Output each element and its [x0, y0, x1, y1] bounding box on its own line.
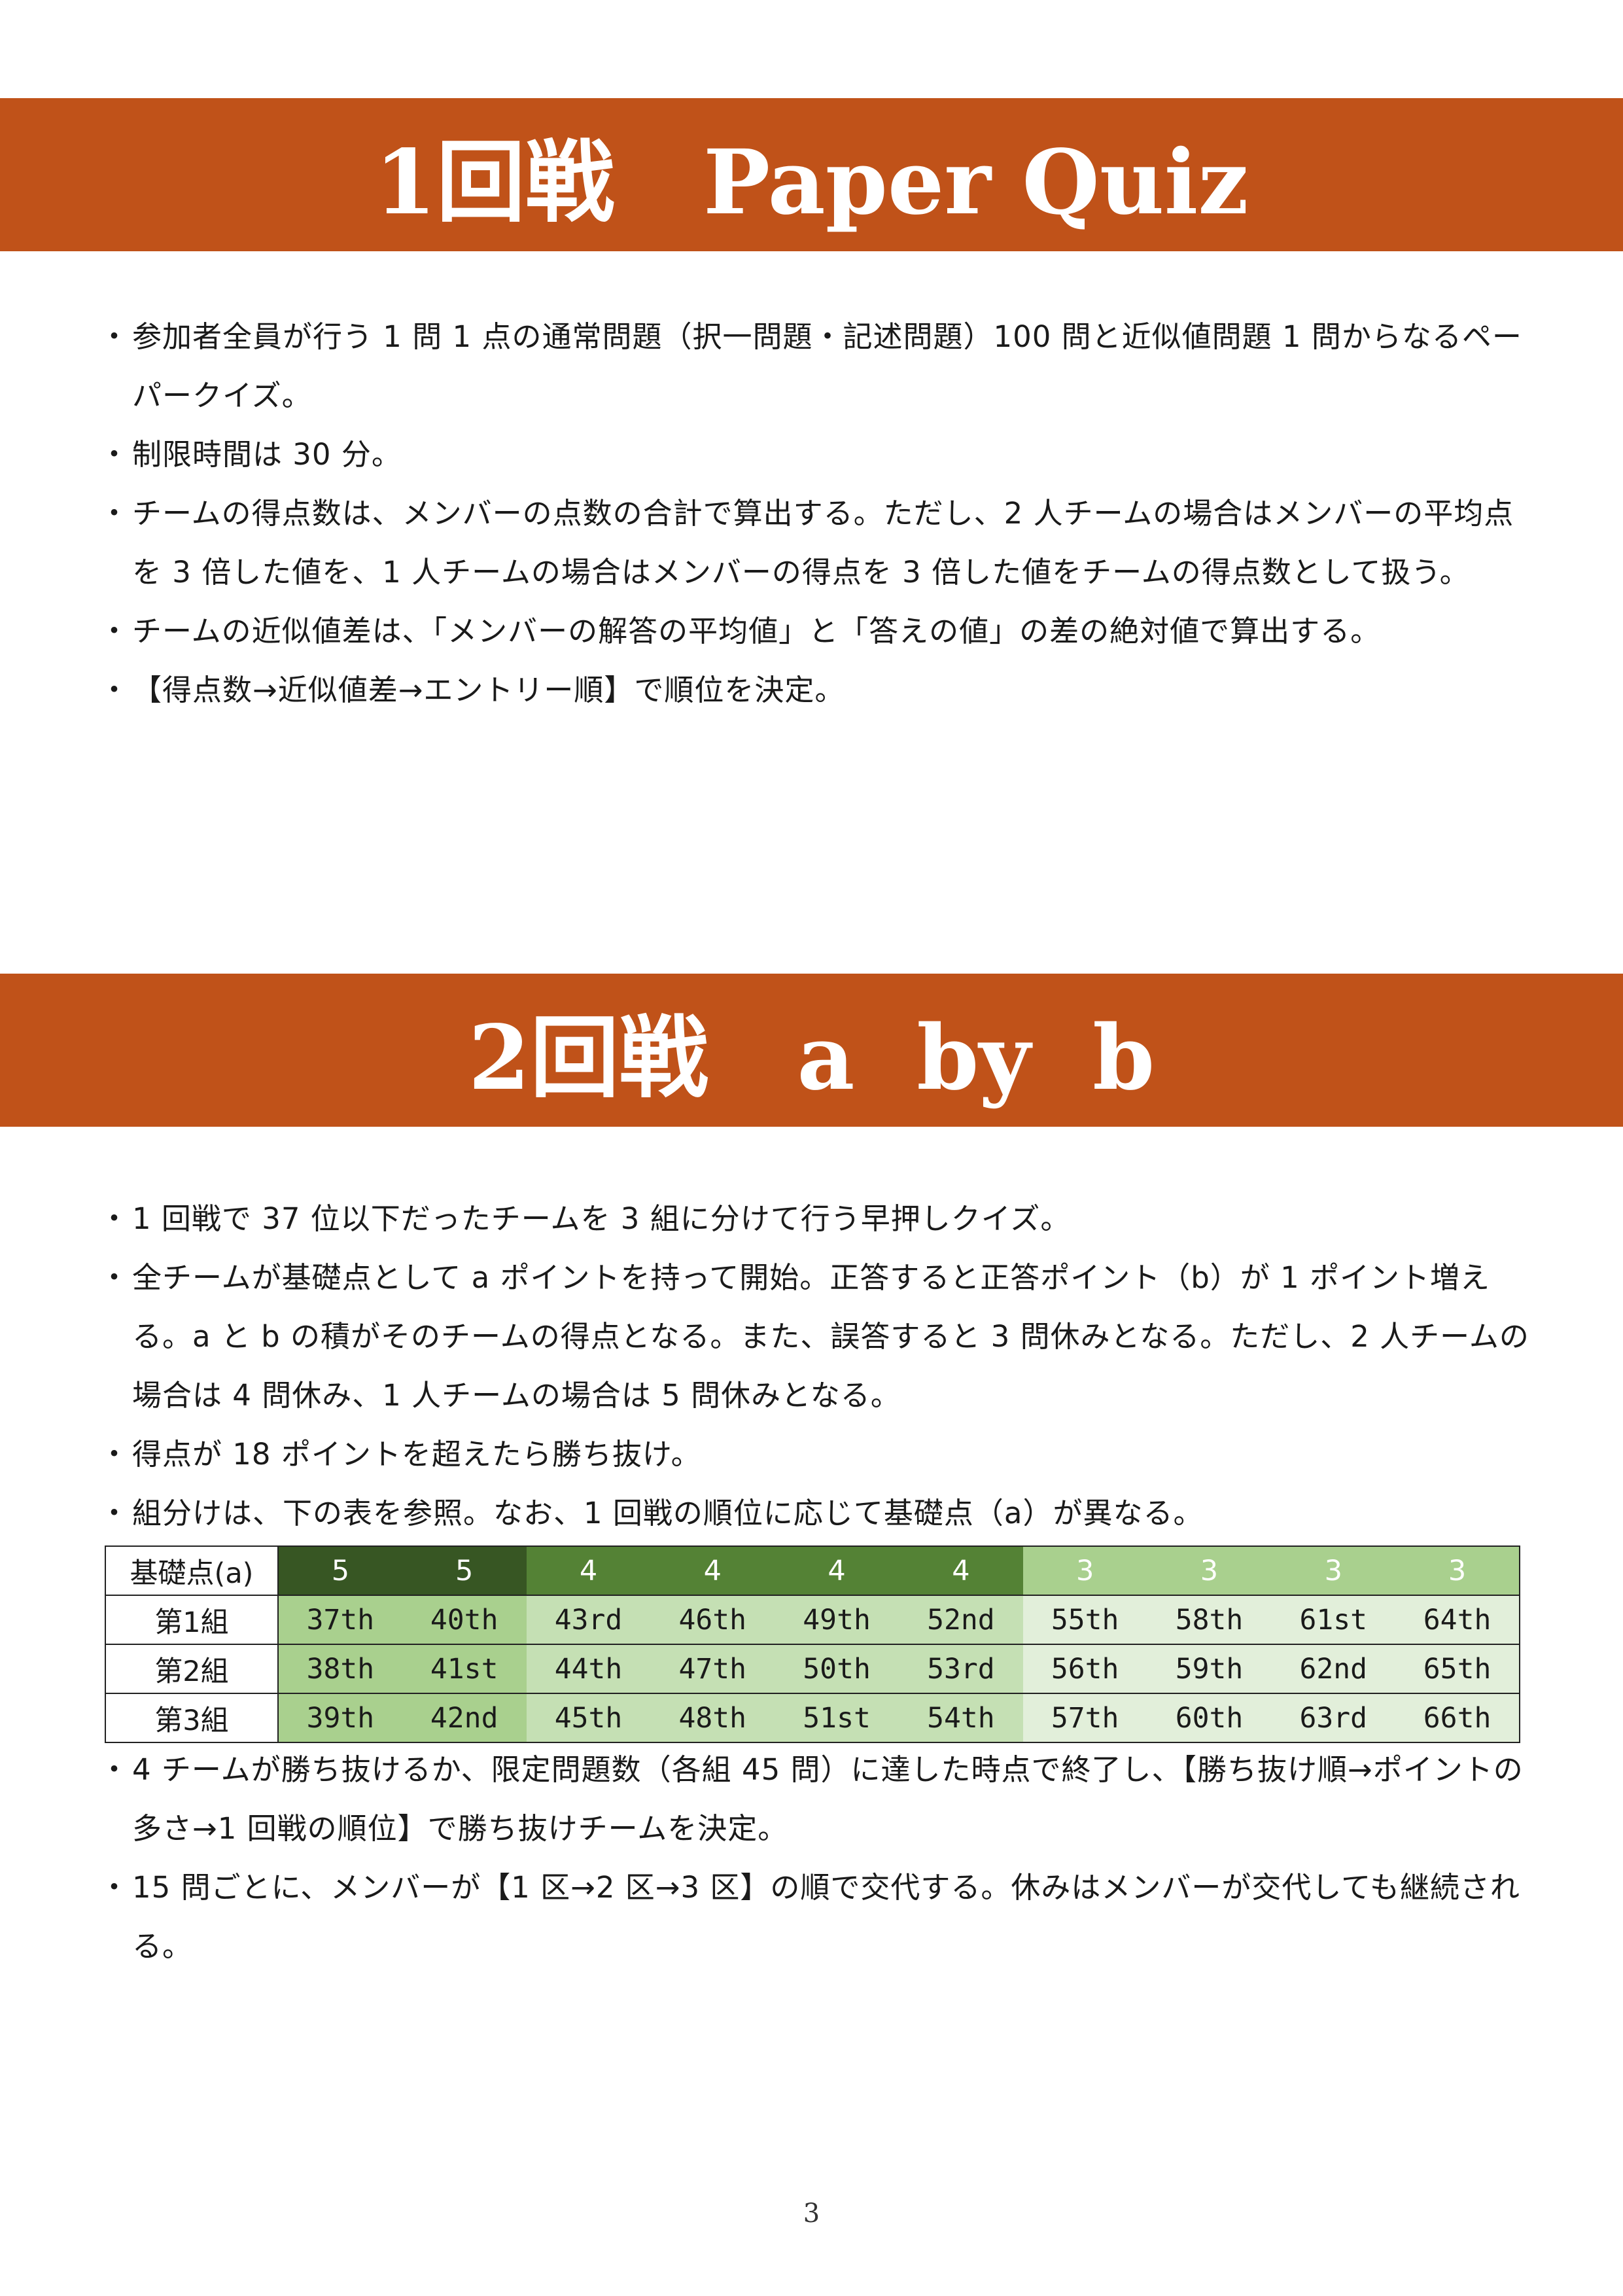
round1-title-banner: 1回戦 Paper Quiz — [0, 98, 1623, 251]
rank-cell: 63rd — [1271, 1693, 1396, 1743]
group-label: 第3組 — [105, 1693, 279, 1743]
header-base-points: 4 — [898, 1545, 1023, 1596]
rank-cell: 54th — [898, 1693, 1023, 1743]
rank-cell: 42nd — [402, 1693, 527, 1743]
rank-cell: 55th — [1022, 1595, 1147, 1645]
rank-cell: 45th — [526, 1693, 651, 1743]
rank-cell: 40th — [402, 1595, 527, 1645]
round2-rule: 全チームが基礎点として a ポイントを持って開始。正答すると正答ポイント（b）が… — [99, 1248, 1544, 1425]
round2-title: 2回戦 a by b — [468, 1005, 1155, 1110]
round2-rule: 組分けは、下の表を参照。なお、1 回戦の順位に応じて基礎点（a）が異なる。 — [99, 1484, 1544, 1543]
round1-rule: 参加者全員が行う 1 問 1 点の通常問題（択一問題・記述問題）100 問と近似… — [99, 308, 1544, 425]
header-base-points: 3 — [1271, 1545, 1396, 1596]
round1-rules-list: 参加者全員が行う 1 問 1 点の通常問題（択一問題・記述問題）100 問と近似… — [99, 308, 1544, 720]
header-base-points: 3 — [1395, 1545, 1520, 1596]
group-assignment-table: 基礎点(a) 5 5 4 4 4 4 3 3 3 3 第1組 37th 40th… — [105, 1545, 1520, 1743]
rank-cell: 52nd — [898, 1595, 1023, 1645]
rank-cell: 41st — [402, 1644, 527, 1694]
round2-rule: 15 問ごとに、メンバーが【1 区→2 区→3 区】の順で交代する。休みはメンバ… — [99, 1858, 1544, 1976]
rank-cell: 47th — [650, 1644, 775, 1694]
table-row: 第2組 38th 41st 44th 47th 50th 53rd 56th 5… — [105, 1644, 1520, 1694]
round2-rule: 4 チームが勝ち抜けるか、限定問題数（各組 45 問）に達した時点で終了し、【勝… — [99, 1740, 1544, 1858]
rank-cell: 44th — [526, 1644, 651, 1694]
rank-cell: 60th — [1147, 1693, 1272, 1743]
header-base-points: 4 — [650, 1545, 775, 1596]
round2-rule: 1 回戦で 37 位以下だったチームを 3 組に分けて行う早押しクイズ。 — [99, 1190, 1544, 1248]
round2-rules-after-table: 4 チームが勝ち抜けるか、限定問題数（各組 45 問）に達した時点で終了し、【勝… — [99, 1740, 1544, 1976]
rank-cell: 49th — [775, 1595, 899, 1645]
rank-cell: 56th — [1022, 1644, 1147, 1694]
rank-cell: 64th — [1395, 1595, 1520, 1645]
round1-title: 1回戦 Paper Quiz — [374, 130, 1249, 235]
round1-rule: 制限時間は 30 分。 — [99, 425, 1544, 484]
header-base-points: 4 — [526, 1545, 651, 1596]
rank-cell: 58th — [1147, 1595, 1272, 1645]
rank-cell: 43rd — [526, 1595, 651, 1645]
header-label-cell: 基礎点(a) — [105, 1545, 279, 1596]
rank-cell: 62nd — [1271, 1644, 1396, 1694]
round1-rule: 【得点数→近似値差→エントリー順】で順位を決定。 — [99, 661, 1544, 720]
table-row: 第3組 39th 42nd 45th 48th 51st 54th 57th 6… — [105, 1693, 1520, 1743]
header-base-points: 3 — [1147, 1545, 1272, 1596]
rank-cell: 48th — [650, 1693, 775, 1743]
rank-cell: 50th — [775, 1644, 899, 1694]
header-base-points: 4 — [775, 1545, 899, 1596]
header-base-points: 5 — [402, 1545, 527, 1596]
round2-rules-list: 1 回戦で 37 位以下だったチームを 3 組に分けて行う早押しクイズ。 全チー… — [99, 1190, 1544, 1543]
rank-cell: 38th — [278, 1644, 402, 1694]
round1-rule: チームの得点数は、メンバーの点数の合計で算出する。ただし、2 人チームの場合はメ… — [99, 484, 1544, 602]
table-header-row: 基礎点(a) 5 5 4 4 4 4 3 3 3 3 — [105, 1545, 1520, 1596]
rank-cell: 37th — [278, 1595, 402, 1645]
rank-cell: 59th — [1147, 1644, 1272, 1694]
round2-rule: 得点が 18 ポイントを超えたら勝ち抜け。 — [99, 1425, 1544, 1484]
header-base-points: 5 — [278, 1545, 402, 1596]
header-base-points: 3 — [1022, 1545, 1147, 1596]
rank-cell: 51st — [775, 1693, 899, 1743]
table-row: 第1組 37th 40th 43rd 46th 49th 52nd 55th 5… — [105, 1595, 1520, 1645]
rank-cell: 53rd — [898, 1644, 1023, 1694]
rank-cell: 65th — [1395, 1644, 1520, 1694]
round1-rule: チームの近似値差は、「メンバーの解答の平均値」と「答えの値」の差の絶対値で算出す… — [99, 602, 1544, 661]
group-label: 第2組 — [105, 1644, 279, 1694]
round2-title-banner: 2回戦 a by b — [0, 974, 1623, 1127]
page-number: 3 — [803, 2199, 820, 2229]
rank-cell: 61st — [1271, 1595, 1396, 1645]
rank-cell: 66th — [1395, 1693, 1520, 1743]
rank-cell: 46th — [650, 1595, 775, 1645]
rank-cell: 57th — [1022, 1693, 1147, 1743]
group-label: 第1組 — [105, 1595, 279, 1645]
rank-cell: 39th — [278, 1693, 402, 1743]
